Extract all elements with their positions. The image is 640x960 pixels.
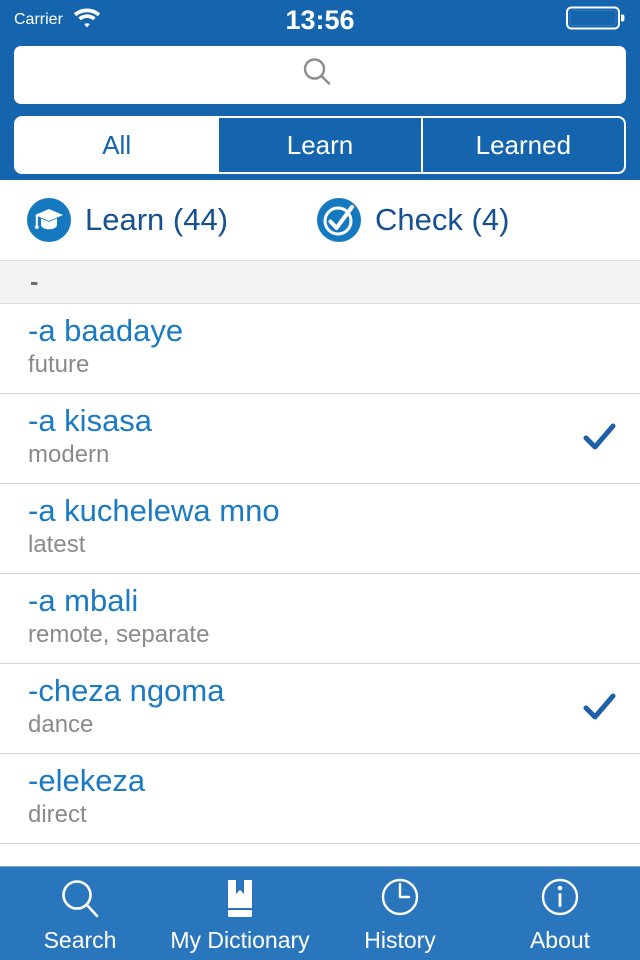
tab-my-dictionary-label: My Dictionary	[170, 926, 310, 953]
entry-word: -a kisasa	[28, 403, 153, 438]
tab-bar: Search My Dictionary History About	[0, 866, 640, 960]
entry-word: -a kuchelewa mno	[28, 493, 280, 528]
entry-translation: modern	[28, 441, 110, 468]
tab-search-label: Search	[43, 926, 117, 953]
action-bar: Learn (44) Check (4)	[0, 180, 640, 260]
segmented-control-container: All Learn Learned	[0, 104, 640, 174]
carrier-label: Carrier	[14, 11, 63, 28]
segmented-control[interactable]: All Learn Learned	[14, 116, 626, 174]
clock-icon	[374, 875, 426, 923]
segment-learned[interactable]: Learned	[420, 118, 624, 172]
status-bar: Carrier 13:56	[0, 0, 640, 40]
tab-history-label: History	[364, 926, 436, 953]
list-item[interactable]: -a kuchelewa mno latest	[0, 484, 640, 574]
header: Carrier 13:56 All Learn Learned	[0, 0, 640, 180]
entry-word: -elekeza	[28, 763, 146, 798]
segment-all[interactable]: All	[16, 118, 218, 172]
list-item[interactable]: -cheza ngoma dance	[0, 664, 640, 754]
tab-about-label: About	[529, 926, 591, 953]
info-circle-icon	[534, 875, 586, 923]
check-circle-icon	[316, 197, 362, 243]
entry-word: -a mbali	[28, 583, 139, 618]
section-header: -	[0, 260, 640, 304]
segment-all-label: All	[102, 129, 132, 160]
entry-word: -a baadaye	[28, 313, 184, 348]
entry-list[interactable]: -a baadaye future -a kisasa modern -a ku…	[0, 304, 640, 866]
check-button[interactable]: Check (4)	[316, 197, 509, 243]
tab-search[interactable]: Search	[0, 867, 160, 960]
segment-learned-label: Learned	[475, 129, 572, 160]
search-icon	[300, 55, 334, 96]
entry-translation: dance	[28, 711, 94, 738]
graduation-cap-icon	[26, 197, 72, 243]
list-item[interactable]: -a baadaye future	[0, 304, 640, 394]
status-bar-right	[566, 5, 626, 36]
list-item[interactable]: -elekeza direct	[0, 754, 640, 844]
battery-icon	[566, 5, 626, 36]
book-icon	[214, 875, 266, 923]
list-item[interactable]: -a kisasa modern	[0, 394, 640, 484]
learn-button[interactable]: Learn (44)	[26, 197, 228, 243]
search-bar-container	[0, 40, 640, 104]
entry-translation: direct	[28, 801, 87, 828]
learn-button-label: Learn (44)	[85, 202, 229, 237]
segment-learn-label: Learn	[286, 129, 354, 160]
app-root: Carrier 13:56 All Learn Learned Learn (4…	[0, 0, 640, 960]
learned-check-icon	[582, 420, 616, 454]
check-button-label: Check (4)	[375, 202, 510, 237]
entry-translation: remote, separate	[28, 621, 210, 648]
tab-history[interactable]: History	[320, 867, 480, 960]
tab-my-dictionary[interactable]: My Dictionary	[160, 867, 320, 960]
search-placeholder	[300, 55, 341, 96]
entry-translation: latest	[28, 531, 86, 558]
tab-about[interactable]: About	[480, 867, 640, 960]
status-bar-left: Carrier	[14, 6, 102, 35]
segment-learn[interactable]: Learn	[217, 118, 420, 172]
list-item[interactable]: -a mbali remote, separate	[0, 574, 640, 664]
entry-translation: future	[28, 351, 90, 378]
section-header-label: -	[30, 267, 39, 296]
magnifier-icon	[54, 875, 106, 923]
learned-check-icon	[582, 690, 616, 724]
entry-word: -cheza ngoma	[28, 673, 225, 708]
search-input[interactable]	[14, 46, 626, 104]
wifi-icon	[72, 6, 102, 35]
